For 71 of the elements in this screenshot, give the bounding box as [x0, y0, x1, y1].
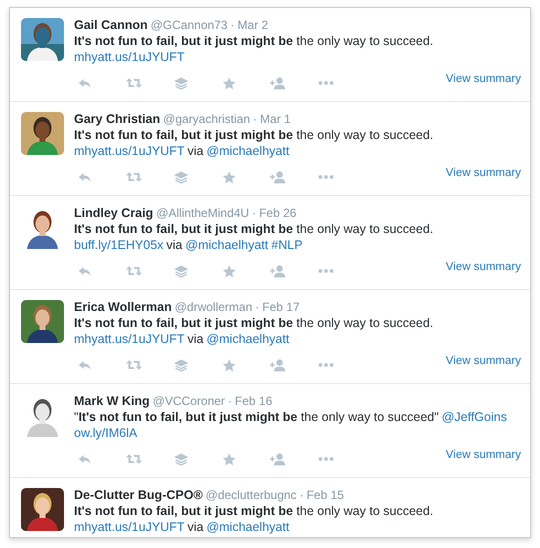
star-icon[interactable] — [222, 170, 238, 184]
star-icon[interactable] — [222, 452, 238, 466]
tweet-link[interactable]: buff.ly/1EHY05x — [74, 237, 164, 253]
tweet-link[interactable]: mhyatt.us/1uJYUFT — [74, 49, 184, 65]
follow-icon[interactable] — [270, 170, 286, 184]
view-summary-link[interactable]: View summary — [446, 167, 521, 179]
user-handle: @declutterbugnc — [206, 487, 297, 503]
tweet-text: It's not fun to fail, but it just might be the only way to succeed. — [74, 221, 434, 237]
layers-icon[interactable] — [174, 76, 190, 90]
tweet-link[interactable]: mhyatt.us/1uJYUFT — [74, 519, 184, 535]
tweet-text: via — [187, 143, 204, 159]
tweet-link[interactable]: #NLP — [271, 237, 303, 253]
layers-icon[interactable] — [174, 170, 190, 184]
star-icon[interactable] — [222, 358, 238, 372]
tweet-date[interactable]: Mar 1 — [260, 111, 291, 127]
follow-icon[interactable] — [270, 358, 286, 372]
separator-dot: · — [228, 393, 232, 409]
user-handle: @garyachristian — [163, 111, 250, 127]
tweet-date[interactable]: Feb 26 — [259, 205, 296, 221]
tweet-text: via — [187, 331, 204, 347]
retweet-icon[interactable] — [126, 358, 142, 372]
user-name[interactable]: Gary Christian — [74, 111, 160, 127]
layers-icon[interactable] — [174, 452, 190, 466]
separator-dot: · — [230, 17, 235, 33]
tweet-text: It's not fun to fail, but it just might be the only way to succeed. — [74, 33, 434, 49]
follow-icon[interactable] — [270, 452, 286, 466]
tweet-link[interactable]: @michaelhyatt — [185, 237, 268, 253]
tweet-text: It's not fun to fail, but it just might be the only way to succeed. — [74, 315, 434, 331]
view-summary-link[interactable]: View summary — [446, 449, 521, 461]
user-name[interactable]: Erica Wollerman — [74, 299, 172, 315]
tweet-text: It's not fun to fail, but it just might be the only way to succeed. — [74, 503, 434, 519]
follow-icon[interactable] — [270, 76, 286, 90]
user-name[interactable]: Mark W King — [74, 393, 150, 409]
star-icon[interactable] — [222, 76, 238, 90]
tweet-link[interactable]: mhyatt.us/1uJYUFT — [74, 331, 184, 347]
retweet-icon[interactable] — [126, 76, 142, 90]
tweet-link[interactable]: @michaelhyatt — [206, 331, 290, 347]
separator-dot: · — [252, 205, 256, 221]
separator-dot: · — [253, 111, 258, 127]
tweet-date[interactable]: Feb 17 — [262, 299, 300, 315]
tweet-date[interactable]: Feb 16 — [234, 393, 272, 409]
tweet-text: "It's not fun to fail, but it just might be the only way to succeed" — [74, 409, 439, 425]
retweet-icon[interactable] — [126, 452, 142, 466]
view-summary-link[interactable]: View summary — [446, 73, 521, 85]
retweet-icon[interactable] — [126, 264, 142, 278]
user-handle: @AllintheMind4U — [156, 205, 250, 221]
separator-dot: · — [300, 487, 304, 503]
tweet-link[interactable]: ow.ly/IM6lA — [74, 425, 138, 441]
separator-dot: · — [255, 299, 260, 315]
view-summary-link[interactable]: View summary — [446, 355, 521, 367]
user-name[interactable]: Gail Cannon — [74, 17, 148, 33]
user-handle: @VCCoroner — [152, 393, 225, 409]
layers-icon[interactable] — [174, 358, 190, 372]
user-handle: @drwollerman — [174, 299, 252, 315]
star-icon[interactable] — [222, 264, 238, 278]
tweet-link[interactable]: @michaelhyatt — [206, 519, 290, 535]
user-name[interactable]: De-Clutter Bug-CPO® — [74, 487, 203, 503]
view-summary-link[interactable]: View summary — [446, 261, 521, 273]
tweet-text: It's not fun to fail, but it just might be the only way to succeed. — [74, 127, 434, 143]
tweet-date[interactable]: Feb 15 — [306, 487, 344, 503]
tweet-text: via — [187, 519, 204, 535]
retweet-icon[interactable] — [126, 170, 142, 184]
tweet-date[interactable]: Mar 2 — [238, 17, 268, 33]
user-name[interactable]: Lindley Craig — [74, 205, 154, 221]
tweet-text: via — [166, 237, 182, 253]
follow-icon[interactable] — [270, 264, 286, 278]
tweet-link[interactable]: @JeffGoins — [442, 409, 507, 425]
user-handle: @GCannon73 — [150, 17, 228, 33]
tweet-link[interactable]: @michaelhyatt — [206, 143, 290, 159]
tweet-link[interactable]: mhyatt.us/1uJYUFT — [74, 143, 184, 159]
layers-icon[interactable] — [174, 264, 190, 278]
